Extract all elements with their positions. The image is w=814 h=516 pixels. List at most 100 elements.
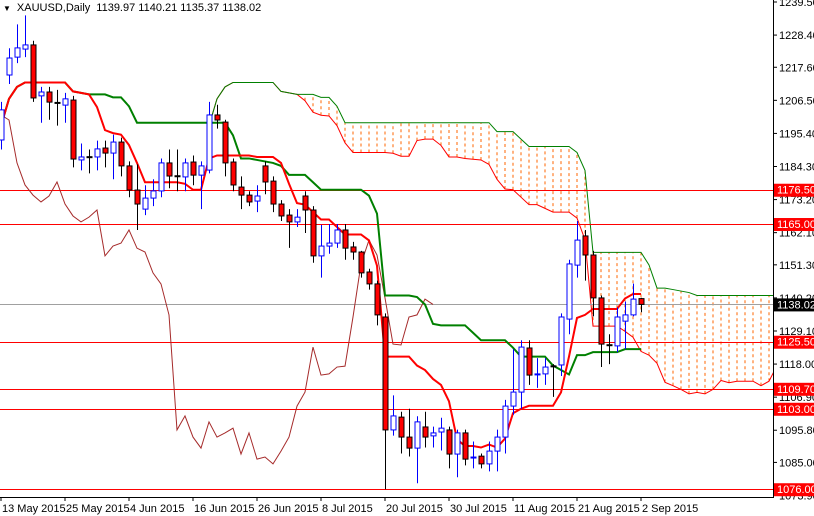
candle-body: [574, 239, 581, 266]
candle: [582, 229, 589, 281]
candle-body: [142, 197, 149, 210]
candle: [270, 176, 277, 213]
x-tick-label: 13 May 2015: [2, 503, 66, 515]
candle-body: [110, 141, 117, 154]
candle: [134, 164, 141, 230]
candle: [326, 224, 333, 254]
level-price-label: 1176.50: [777, 185, 814, 197]
candle-body: [246, 194, 253, 203]
candle-body: [510, 391, 517, 407]
candle-body: [174, 175, 181, 178]
x-tick-label: 16 Jun 2015: [194, 503, 255, 515]
candle: [86, 149, 93, 174]
candle-body: [294, 216, 301, 223]
candle: [46, 86, 53, 120]
candle: [158, 158, 165, 198]
candle-body: [374, 283, 381, 316]
y-tick-label: 1184.30: [779, 161, 814, 173]
candle: [254, 185, 261, 213]
candle: [574, 221, 581, 278]
candle-body: [302, 195, 309, 211]
candle: [70, 95, 77, 168]
candle-body: [254, 195, 261, 202]
candle-body: [358, 251, 365, 274]
candle: [550, 364, 557, 397]
candle: [318, 224, 325, 278]
price-chart[interactable]: 1239.50 1228.40 1217.60 1206.50 1195.40 1184.…: [0, 0, 814, 516]
candle-body: [350, 246, 357, 253]
candle-body: [462, 432, 469, 460]
y-tick-label: 1228.40: [779, 30, 814, 42]
candles: [0, 15, 645, 490]
x-tick-label: 30 Jul 2015: [450, 503, 507, 515]
candle-body: [622, 314, 629, 322]
candle-body: [30, 44, 37, 99]
candle-body: [78, 156, 85, 161]
candle: [638, 297, 645, 313]
candle: [0, 101, 5, 150]
candle-body: [0, 109, 5, 141]
candle: [478, 453, 485, 469]
candle-body: [638, 298, 645, 305]
candle: [350, 241, 357, 260]
candle: [422, 411, 429, 448]
candle: [494, 429, 501, 472]
candle-body: [558, 316, 565, 366]
candle: [110, 134, 117, 180]
candle-body: [190, 161, 197, 176]
candle-body: [198, 165, 205, 176]
candle: [526, 340, 533, 385]
x-tick-label: 25 May 2015: [66, 503, 130, 515]
x-tick-label: 8 Jul 2015: [322, 503, 373, 515]
candle-body: [230, 161, 237, 186]
x-tick-label: 11 Aug 2015: [514, 503, 575, 515]
candle-body: [214, 114, 221, 121]
candle-body: [270, 180, 277, 205]
candle-body: [598, 297, 605, 345]
candle-body: [334, 229, 341, 244]
candle-body: [606, 344, 613, 347]
candle: [278, 200, 285, 222]
candle-body: [46, 91, 53, 103]
level-price-label: 1165.00: [777, 219, 814, 231]
candle: [62, 92, 69, 123]
candle: [94, 140, 101, 171]
x-tick-label: 2 Sep 2015: [642, 503, 698, 515]
candle-body: [382, 316, 389, 431]
candle: [6, 48, 13, 84]
candle: [590, 250, 597, 317]
candle: [30, 40, 37, 102]
candle: [190, 155, 197, 186]
candle: [102, 140, 109, 168]
candle: [118, 137, 125, 177]
candle-body: [566, 263, 573, 320]
candle-body: [54, 101, 61, 104]
y-tick-label: 1217.60: [779, 62, 814, 74]
candle: [398, 411, 405, 454]
candle-body: [518, 346, 525, 393]
candle: [414, 416, 421, 484]
time-axis: 13 May 2015 25 May 2015 4 Jun 2015 16 Jun 2…: [0, 497, 698, 515]
x-tick-label: 4 Jun 2015: [130, 503, 184, 515]
candle-body: [310, 209, 317, 257]
candle-body: [582, 235, 589, 256]
candle-body: [70, 99, 77, 160]
candle: [614, 307, 621, 353]
candle-body: [94, 148, 101, 158]
level-price-label: 1125.50: [777, 337, 814, 349]
candle: [430, 426, 437, 448]
candle: [198, 161, 205, 210]
candle-body: [134, 189, 141, 205]
candle-body: [158, 162, 165, 192]
candle: [230, 158, 237, 192]
candle-body: [430, 432, 437, 437]
candle-body: [494, 436, 501, 452]
candle: [38, 86, 45, 123]
candle-body: [262, 165, 269, 183]
candle-body: [342, 229, 349, 249]
price-axis: 1239.50 1228.40 1217.60 1206.50 1195.40 1184.…: [774, 0, 814, 502]
level-price-label: 1103.00: [777, 404, 814, 416]
candle: [534, 358, 541, 388]
candle-body: [326, 242, 333, 247]
y-tick-label: 1239.50: [779, 0, 814, 9]
